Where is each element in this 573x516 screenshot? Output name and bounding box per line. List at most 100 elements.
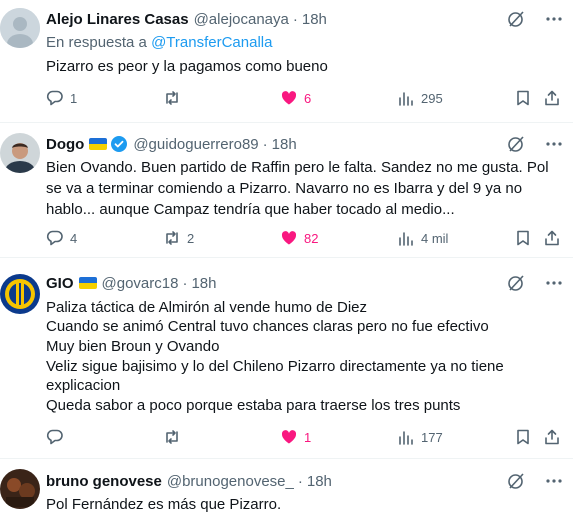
tweet[interactable]: Dogo @guidoguerrero89 · 18h Bien Ovando.… <box>0 123 573 257</box>
bookmark-button[interactable] <box>514 428 532 446</box>
reply-icon <box>46 90 63 106</box>
reply-to-link[interactable]: @TransferCanalla <box>151 34 272 51</box>
tweet[interactable]: GIO @govarc18 · 18h Paliza táctica de Al… <box>0 258 573 458</box>
retweet-button[interactable] <box>163 428 187 446</box>
retweet-count: 2 <box>187 230 195 246</box>
share-button[interactable] <box>543 428 561 446</box>
tweet[interactable]: Alejo Linares Casas @alejocanaya · 18h E… <box>0 0 573 122</box>
grok-icon[interactable] <box>507 274 525 292</box>
more-icon[interactable] <box>545 274 563 292</box>
tweet-actions: 1 6 295 <box>46 89 559 109</box>
bookmark-button[interactable] <box>514 229 532 247</box>
timestamp[interactable]: 18h <box>191 275 216 292</box>
retweet-button[interactable]: 2 <box>163 229 194 247</box>
grok-icon[interactable] <box>507 135 525 153</box>
display-name[interactable]: Alejo Linares Casas <box>46 11 189 28</box>
avatar[interactable] <box>0 469 40 509</box>
bookmark-icon <box>517 230 529 246</box>
tweet-top-actions <box>507 472 563 490</box>
avatar[interactable] <box>0 8 40 48</box>
reply-context: En respuesta a @TransferCanalla <box>46 34 272 51</box>
view-count: 295 <box>421 90 443 106</box>
ukraine-flag-icon <box>89 138 108 150</box>
reply-count: 4 <box>70 230 78 246</box>
bookmark-icon <box>517 90 529 106</box>
tweet-actions: 4 2 82 4 mil <box>46 229 559 249</box>
grok-icon[interactable] <box>507 472 525 490</box>
like-count: 1 <box>304 429 312 445</box>
bookmark-button[interactable] <box>514 89 532 107</box>
tweet[interactable]: bruno genovese @brunogenovese_ · 18h Pol… <box>0 459 573 516</box>
share-button[interactable] <box>543 229 561 247</box>
like-button[interactable]: 82 <box>280 229 318 247</box>
timestamp[interactable]: 18h <box>302 11 327 28</box>
timestamp[interactable]: 18h <box>307 473 332 490</box>
retweet-icon <box>166 231 178 245</box>
tweet-header: GIO @govarc18 · 18h <box>46 273 216 293</box>
user-handle[interactable]: @govarc18 <box>102 275 179 292</box>
tweet-text-line: se va a terminar comiendo a Pizarro. Nav… <box>46 180 523 197</box>
like-count: 6 <box>304 90 312 106</box>
reply-button[interactable]: 1 <box>46 89 77 107</box>
share-button[interactable] <box>543 89 561 107</box>
bookmark-icon <box>517 429 529 445</box>
separator-dot: · <box>182 274 188 292</box>
like-count: 82 <box>304 230 319 246</box>
avatar-photo <box>0 133 40 173</box>
views-button[interactable]: 295 <box>397 89 443 107</box>
views-button[interactable]: 177 <box>397 428 443 446</box>
more-icon[interactable] <box>545 10 563 28</box>
retweet-button[interactable] <box>163 89 187 107</box>
view-count: 177 <box>421 429 443 445</box>
avatar[interactable] <box>0 133 40 173</box>
tweet-header: bruno genovese @brunogenovese_ · 18h <box>46 471 332 491</box>
display-name[interactable]: GIO <box>46 275 74 292</box>
more-icon[interactable] <box>545 472 563 490</box>
heart-icon <box>281 91 297 105</box>
tweet-top-actions <box>507 10 563 28</box>
retweet-icon <box>166 430 178 444</box>
tweet-top-actions <box>507 135 563 153</box>
tweet-text-line: Pizarro es peor y la pagamos como bueno <box>46 58 328 75</box>
reply-prefix: En respuesta a <box>46 34 147 51</box>
reply-button[interactable]: 4 <box>46 229 77 247</box>
tweet-text-line: Veliz sigue bajisimo y lo del Chileno Pi… <box>46 358 504 375</box>
tweet-text-line: explicacion <box>46 377 121 394</box>
more-icon[interactable] <box>545 135 563 153</box>
share-icon <box>545 429 559 445</box>
user-handle[interactable]: @brunogenovese_ <box>167 473 294 490</box>
views-icon <box>399 92 413 106</box>
reply-button[interactable] <box>46 428 70 446</box>
display-name[interactable]: Dogo <box>46 136 84 153</box>
tweet-header: Dogo @guidoguerrero89 · 18h <box>46 134 297 154</box>
display-name[interactable]: bruno genovese <box>46 473 162 490</box>
separator-dot: · <box>262 135 268 153</box>
timestamp[interactable]: 18h <box>272 136 297 153</box>
verified-badge-icon[interactable] <box>110 135 128 153</box>
reply-count: 1 <box>70 90 78 106</box>
reply-icon <box>46 429 63 445</box>
views-icon <box>399 232 413 246</box>
avatar[interactable] <box>0 274 40 314</box>
tweet-text-line: Paliza táctica de Almirón al vende humo … <box>46 299 368 316</box>
avatar-photo <box>0 469 40 509</box>
tweet-text-line: Muy bien Broun y Ovando <box>46 338 220 355</box>
reply-icon <box>46 230 63 246</box>
user-handle[interactable]: @alejocanaya <box>194 11 289 28</box>
user-handle[interactable]: @guidoguerrero89 <box>133 136 258 153</box>
view-count: 4 mil <box>421 230 449 246</box>
share-icon <box>545 230 559 246</box>
tweet-text-line: hablo... aunque Campaz tendría que haber… <box>46 201 455 218</box>
tweet-top-actions <box>507 274 563 292</box>
views-icon <box>399 431 413 445</box>
share-icon <box>545 90 559 106</box>
heart-icon <box>281 430 297 444</box>
club-crest-avatar <box>0 274 40 314</box>
tweet-header: Alejo Linares Casas @alejocanaya · 18h <box>46 9 327 29</box>
ukraine-flag-icon <box>78 277 97 289</box>
tweet-text-line: Queda sabor a poco porque estaba para tr… <box>46 397 461 414</box>
views-button[interactable]: 4 mil <box>397 229 448 247</box>
grok-icon[interactable] <box>507 10 525 28</box>
like-button[interactable]: 6 <box>280 89 311 107</box>
like-button[interactable]: 1 <box>280 428 311 446</box>
